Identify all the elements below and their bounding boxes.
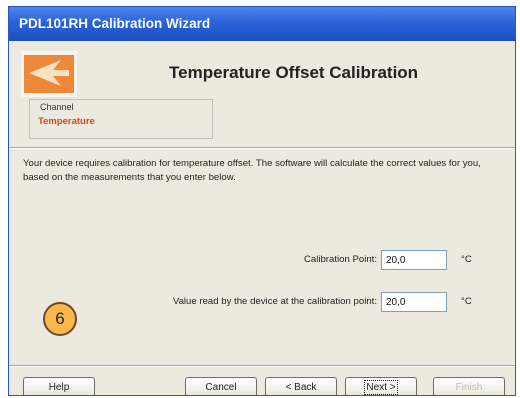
cancel-button-label: Cancel <box>205 382 237 393</box>
footer-separator <box>9 365 515 367</box>
orange-arrow-logo-icon <box>21 51 77 97</box>
header-separator <box>9 147 515 149</box>
channel-value: Temperature <box>38 116 95 127</box>
channel-label: Channel <box>40 102 74 112</box>
help-button-label: Help <box>48 382 70 393</box>
device-value-label: Value read by the device at the calibrat… <box>172 296 377 307</box>
channel-box: Channel Temperature <box>29 99 213 139</box>
finish-button-label: Finish <box>455 382 483 393</box>
next-button-label: Next > <box>364 380 398 395</box>
calibration-point-input[interactable] <box>381 250 447 270</box>
description-text: Your device requires calibration for tem… <box>23 158 481 183</box>
calibration-point-unit: °C <box>461 254 472 265</box>
device-value-unit: °C <box>461 296 472 307</box>
finish-button[interactable]: Finish <box>433 377 505 395</box>
help-button[interactable]: Help <box>23 377 95 395</box>
step-number-badge: 6 <box>43 302 77 336</box>
page-title: Temperature Offset Calibration <box>169 63 419 82</box>
device-value-input[interactable] <box>381 292 447 312</box>
back-button[interactable]: < Back <box>265 377 337 395</box>
calibration-point-label: Calibration Point: <box>303 254 377 265</box>
cancel-button[interactable]: Cancel <box>185 377 257 395</box>
window-titlebar: PDL101RH Calibration Wizard <box>9 7 515 41</box>
next-button[interactable]: Next > <box>345 377 417 395</box>
back-button-label: < Back <box>285 382 317 393</box>
calibration-wizard-window: PDL101RH Calibration Wizard Temperature … <box>8 6 516 396</box>
